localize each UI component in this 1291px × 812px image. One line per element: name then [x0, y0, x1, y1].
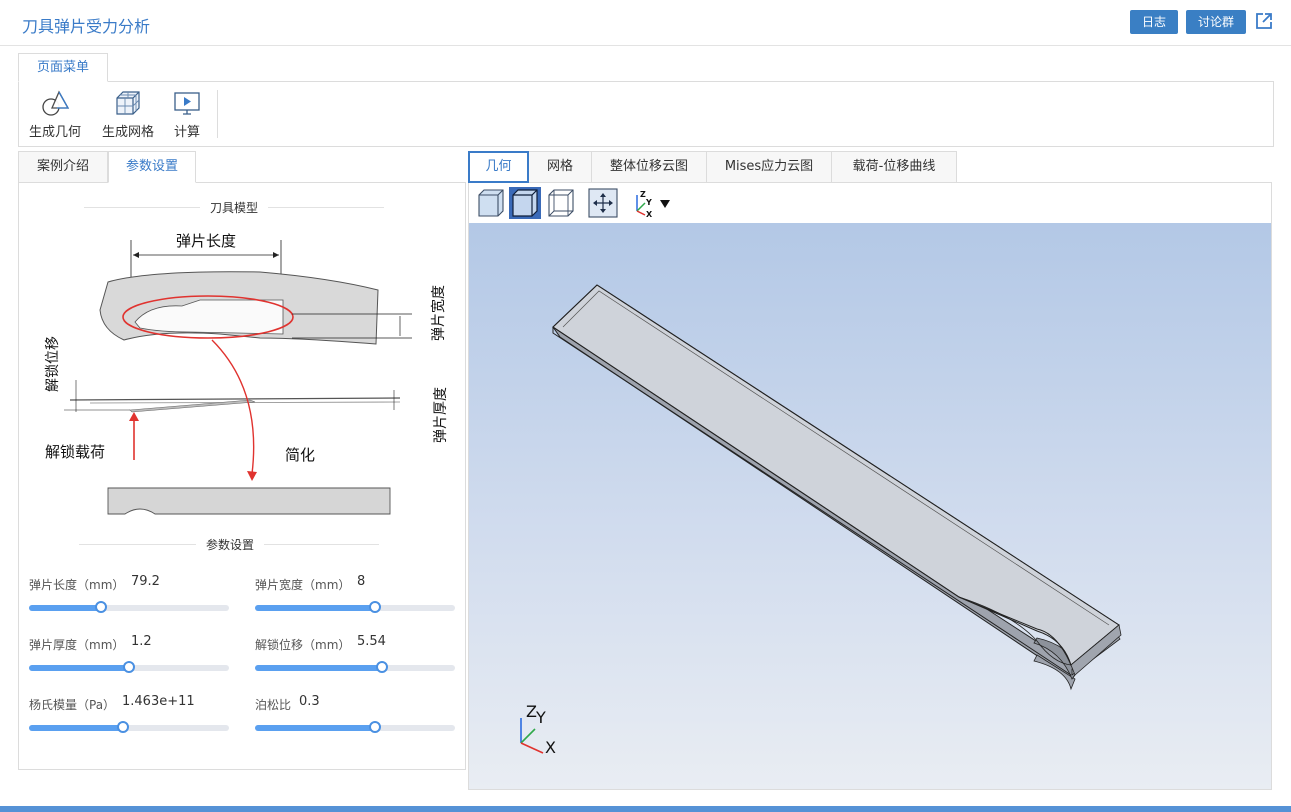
app-window: 刀具弹片受力分析 日志 讨论群 页面菜单 生成几何 生成网格 计算 案例介绍 参… — [0, 0, 1291, 812]
geometry-shapes-icon — [42, 90, 70, 116]
wireframe-view-icon[interactable] — [545, 187, 577, 219]
length-dimension-label: 弹片长度 — [176, 232, 236, 250]
param-label: 弹片宽度（mm） — [255, 578, 351, 592]
param-label: 杨氏模量（Pa） — [29, 698, 116, 712]
width-dimension-label: 弹片宽度 — [430, 285, 447, 341]
3d-viewer: Z Y X Z Y X — [468, 182, 1272, 790]
slider-fill — [255, 725, 375, 731]
param-value: 1.2 — [131, 634, 152, 649]
spring-plate-3d-model: Z Y X — [520, 284, 1122, 757]
discuss-group-button[interactable]: 讨论群 — [1186, 10, 1246, 34]
3d-canvas[interactable]: Z Y X — [469, 223, 1271, 789]
youngs-modulus-slider[interactable] — [29, 721, 229, 733]
tab-geometry[interactable]: 几何 — [468, 151, 529, 183]
svg-text:X: X — [646, 210, 653, 219]
slider-thumb[interactable] — [376, 661, 388, 673]
param-value: 1.463e+11 — [122, 694, 195, 709]
generate-geometry-button[interactable]: 生成几何 — [27, 88, 83, 140]
axis-y-label: Y — [535, 708, 546, 727]
param-unlock-displacement: 解锁位移（mm） 5.54 — [255, 634, 455, 653]
ribbon-item-label: 生成几何 — [28, 125, 81, 140]
tab-case-intro[interactable]: 案例介绍 — [18, 151, 108, 183]
param-poisson-ratio: 泊松比 0.3 — [255, 694, 455, 713]
fit-view-icon[interactable] — [587, 187, 619, 219]
compute-monitor-icon — [174, 92, 200, 115]
slider-fill — [29, 725, 123, 731]
param-value: 0.3 — [299, 694, 320, 709]
slider-fill — [255, 665, 382, 671]
generate-mesh-button[interactable]: 生成网格 — [99, 88, 157, 140]
param-spring-width: 弹片宽度（mm） 8 — [255, 574, 455, 593]
spring-length-slider[interactable] — [29, 601, 229, 613]
ribbon-item-label: 生成网格 — [101, 125, 154, 140]
param-spring-length: 弹片长度（mm） 79.2 — [29, 574, 229, 593]
solid-view-icon[interactable] — [475, 187, 507, 219]
bottom-status-bar — [0, 806, 1291, 812]
tab-mesh[interactable]: 网格 — [528, 151, 592, 183]
param-label: 弹片厚度（mm） — [29, 638, 125, 652]
external-link-icon[interactable] — [1255, 12, 1273, 30]
param-label: 泊松比 — [255, 698, 292, 712]
tab-mises-stress-contour[interactable]: Mises应力云图 — [706, 151, 832, 183]
ribbon-item-label: 计算 — [173, 125, 200, 140]
param-spring-thickness: 弹片厚度（mm） 1.2 — [29, 634, 229, 653]
simplify-label: 简化 — [285, 446, 315, 464]
solid-edges-view-icon[interactable] — [509, 187, 541, 219]
slider-thumb[interactable] — [369, 721, 381, 733]
param-value: 5.54 — [357, 634, 386, 649]
ribbon-divider — [217, 90, 218, 138]
log-button[interactable]: 日志 — [1130, 10, 1178, 34]
slider-thumb[interactable] — [95, 601, 107, 613]
param-value: 8 — [357, 574, 366, 589]
thickness-dimension-label: 弹片厚度 — [433, 387, 449, 443]
compute-button[interactable]: 计算 — [169, 88, 205, 140]
slider-fill — [255, 605, 375, 611]
param-label: 弹片长度（mm） — [29, 578, 125, 592]
unlock-displacement-slider[interactable] — [255, 661, 455, 673]
spring-thickness-slider[interactable] — [29, 661, 229, 673]
svg-text:Y: Y — [645, 198, 652, 207]
unlock-load-label: 解锁载荷 — [45, 443, 105, 461]
spring-width-slider[interactable] — [255, 601, 455, 613]
slider-thumb[interactable] — [123, 661, 135, 673]
param-section-title: 参数设置 — [196, 536, 265, 553]
tab-load-displacement-curve[interactable]: 载荷-位移曲线 — [831, 151, 957, 183]
tab-displacement-contour[interactable]: 整体位移云图 — [591, 151, 707, 183]
slider-thumb[interactable] — [117, 721, 129, 733]
param-value: 79.2 — [131, 574, 160, 589]
slider-fill — [29, 665, 129, 671]
header-bar: 刀具弹片受力分析 日志 讨论群 — [0, 0, 1291, 46]
left-tabs: 案例介绍 参数设置 — [18, 151, 466, 183]
param-youngs-modulus: 杨氏模量（Pa） 1.463e+11 — [29, 694, 229, 713]
slider-thumb[interactable] — [369, 601, 381, 613]
ribbon-panel: 生成几何 生成网格 计算 — [18, 81, 1274, 147]
unlock-displacement-label: 解锁位移 — [45, 336, 61, 392]
ribbon-tab-page-menu[interactable]: 页面菜单 — [18, 53, 108, 82]
page-title: 刀具弹片受力分析 — [22, 17, 151, 36]
mesh-cube-icon — [116, 91, 140, 115]
poisson-ratio-slider[interactable] — [255, 721, 455, 733]
model-section-title: 刀具模型 — [200, 199, 269, 216]
tab-param-settings[interactable]: 参数设置 — [108, 151, 196, 183]
knife-model-diagram: 弹片长度 弹片宽度 解锁位移 弹片厚度 解锁载荷 简化 — [45, 232, 449, 515]
axis-orientation-dropdown-icon[interactable]: Z Y X — [627, 187, 673, 219]
param-label: 解锁位移（mm） — [255, 638, 351, 652]
viewer-toolbar: Z Y X — [469, 183, 1271, 223]
axis-x-label: X — [545, 738, 556, 757]
slider-fill — [29, 605, 101, 611]
